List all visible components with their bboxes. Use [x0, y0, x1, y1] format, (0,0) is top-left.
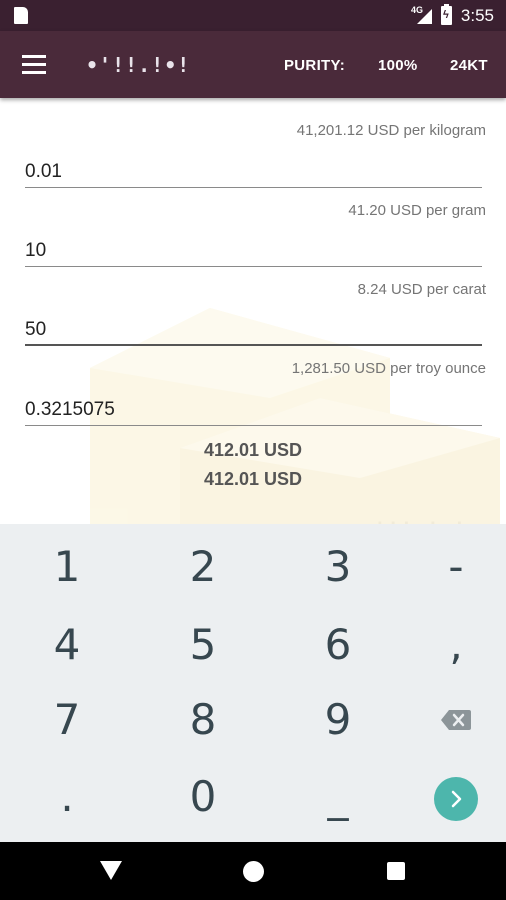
back-icon[interactable]	[100, 861, 122, 880]
chevron-right-icon	[451, 790, 462, 808]
karat-selector[interactable]: 24KT	[450, 57, 488, 74]
signal-icon	[417, 9, 432, 24]
clock: 3:55	[460, 6, 494, 25]
key-comma[interactable]: ,	[406, 610, 506, 680]
status-bar: 4G ϟ 3:55	[0, 0, 506, 31]
key-7[interactable]: 7	[17, 685, 117, 755]
numeric-keypad: 1 2 3 - 4 5 6 , 7 8 9 . 0 _	[0, 524, 506, 842]
key-9[interactable]: 9	[288, 685, 388, 755]
battery-charging-icon: ϟ	[441, 4, 452, 25]
system-navigation-bar	[0, 842, 506, 900]
key-space[interactable]: _	[288, 762, 388, 832]
key-8[interactable]: 8	[153, 685, 253, 755]
purity-label[interactable]: PURITY:	[284, 57, 345, 74]
backspace-icon[interactable]	[441, 710, 471, 730]
app-logo: •'!!.!•!	[86, 53, 191, 77]
recent-apps-icon[interactable]	[387, 862, 405, 880]
key-2[interactable]: 2	[153, 532, 253, 602]
result-total: 412.01 USD	[203, 440, 303, 460]
kilogram-input[interactable]: 0.01	[25, 150, 482, 188]
rate-per-troy-ounce: 1,281.50 USD per troy ounce	[291, 360, 486, 377]
rate-per-carat: 8.24 USD per carat	[357, 281, 486, 298]
home-icon[interactable]	[243, 861, 264, 882]
key-1[interactable]: 1	[17, 532, 117, 602]
rate-per-kilogram: 41,201.12 USD per kilogram	[296, 122, 486, 139]
key-minus[interactable]: -	[406, 532, 506, 602]
troy-ounce-input[interactable]: 0.3215075	[25, 388, 482, 426]
converter-panel: •'!!.!•! •'!!.!•! 41,201.12 USD per kilo…	[0, 98, 506, 524]
key-4[interactable]: 4	[17, 610, 117, 680]
app-toolbar: •'!!.!•! PURITY: 100% 24KT	[0, 31, 506, 98]
gram-input[interactable]: 10	[25, 229, 482, 267]
next-button[interactable]	[434, 777, 478, 821]
purity-value[interactable]: 100%	[378, 57, 418, 74]
sim-card-icon	[14, 7, 28, 24]
rate-per-gram: 41.20 USD per gram	[348, 202, 486, 219]
key-5[interactable]: 5	[153, 610, 253, 680]
carat-input[interactable]: 50	[25, 308, 482, 346]
key-3[interactable]: 3	[288, 532, 388, 602]
key-decimal[interactable]: .	[17, 762, 117, 832]
key-0[interactable]: 0	[153, 762, 253, 832]
result-total-secondary: 412.01 USD	[203, 469, 303, 489]
key-6[interactable]: 6	[288, 610, 388, 680]
hamburger-menu-icon[interactable]	[22, 55, 46, 75]
